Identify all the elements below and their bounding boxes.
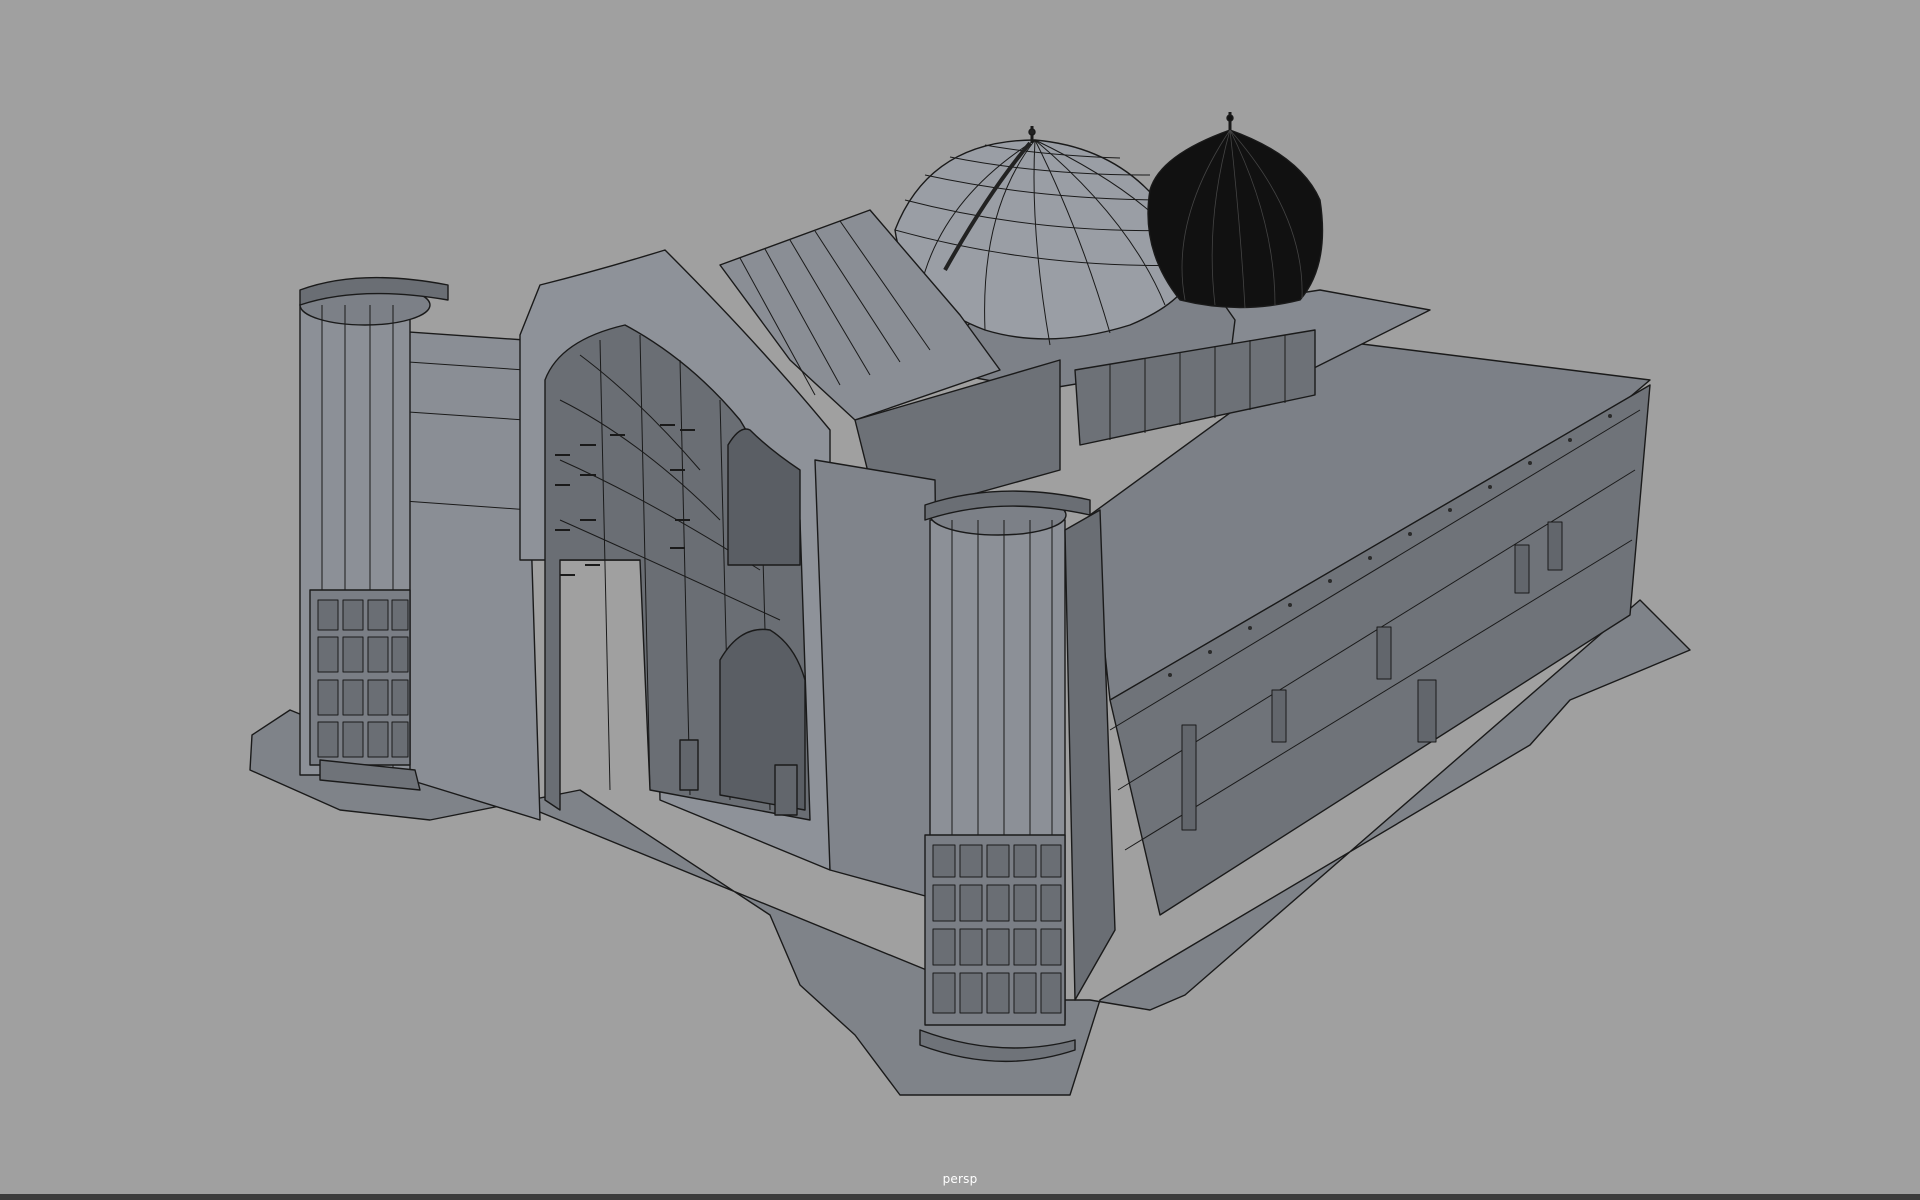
portal-door — [679, 739, 699, 791]
window — [1181, 724, 1197, 831]
front-tower — [919, 490, 1091, 1063]
3d-viewport[interactable]: persp — [0, 0, 1920, 1194]
window — [1547, 521, 1563, 571]
selected-dome[interactable] — [1147, 129, 1324, 309]
portal-frame-side — [814, 459, 941, 901]
status-bar — [0, 1194, 1920, 1200]
portal-door — [774, 764, 798, 816]
window — [1514, 544, 1530, 594]
door — [1417, 679, 1437, 743]
window — [1376, 626, 1392, 680]
camera-label: persp — [942, 1172, 978, 1186]
scene-render[interactable] — [0, 0, 1920, 1194]
window — [1271, 689, 1287, 743]
